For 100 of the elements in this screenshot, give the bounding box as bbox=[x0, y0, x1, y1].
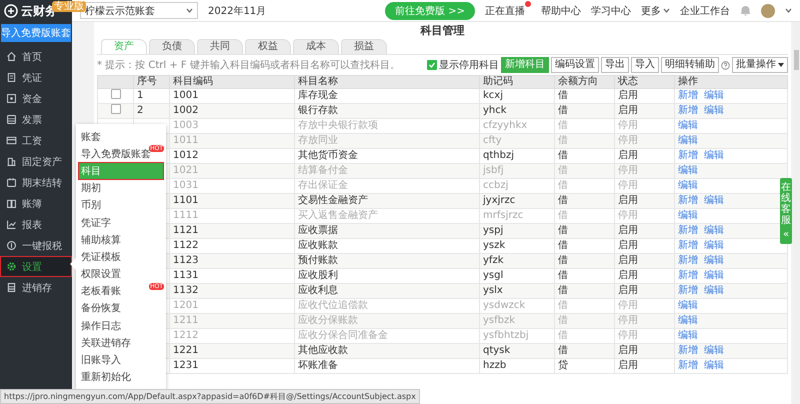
submenu-item[interactable]: 关联进销存 bbox=[78, 334, 164, 352]
header-cell: 序号 bbox=[134, 76, 170, 88]
checkbox[interactable] bbox=[427, 60, 437, 70]
sidebar-item[interactable]: 固定资产 bbox=[0, 151, 72, 172]
period-label: 2022年11月 bbox=[208, 4, 266, 18]
sidebar-item[interactable]: 凭证 bbox=[0, 67, 72, 88]
row-action-link[interactable]: 新增 bbox=[678, 270, 698, 281]
table-cell: 启用 bbox=[614, 224, 674, 238]
avatar[interactable] bbox=[761, 4, 775, 18]
row-action-link[interactable]: 编辑 bbox=[678, 330, 698, 341]
submenu-item[interactable]: 期初 bbox=[78, 180, 164, 197]
table-cell: 应收分保账款 bbox=[294, 314, 480, 328]
table-cell: 1123 bbox=[170, 254, 294, 268]
batch-button[interactable]: 批量操作 bbox=[732, 57, 788, 73]
row-action-link[interactable]: 编辑 bbox=[678, 210, 698, 221]
sidebar-item[interactable]: 期末结转 bbox=[0, 172, 72, 193]
row-action-link[interactable]: 编辑 bbox=[678, 165, 698, 176]
row-action-link[interactable]: 新增 bbox=[678, 240, 698, 251]
row-action-link[interactable]: 编辑 bbox=[678, 315, 698, 326]
table-cell: 启用 bbox=[614, 344, 674, 358]
support-label: 在线客服 bbox=[781, 182, 791, 226]
home-icon bbox=[6, 51, 17, 62]
row-action-link[interactable]: 编辑 bbox=[678, 180, 698, 191]
caret-icon bbox=[785, 8, 792, 13]
row-action-link[interactable]: 编辑 bbox=[678, 300, 698, 311]
submenu-item[interactable]: 凭证模板 bbox=[78, 248, 164, 266]
square-icon bbox=[6, 93, 17, 104]
table-cell: 启用 bbox=[614, 104, 674, 118]
row-checkbox[interactable] bbox=[111, 90, 121, 99]
row-action-link[interactable]: 新增 bbox=[678, 285, 698, 296]
submenu-item[interactable]: 账套 bbox=[78, 128, 164, 146]
top-link[interactable]: 学习中心 bbox=[591, 0, 631, 20]
row-action-link[interactable]: 新增 bbox=[678, 90, 698, 101]
top-link[interactable]: 帮助中心 bbox=[541, 0, 581, 20]
tab[interactable]: 权益 bbox=[245, 39, 291, 54]
header-cell: 科目编码 bbox=[170, 76, 294, 88]
row-checkbox[interactable] bbox=[111, 104, 121, 114]
submenu-item[interactable]: 权限设置 bbox=[78, 266, 164, 283]
row-action-link[interactable]: 新增 bbox=[678, 360, 698, 371]
row-action-link[interactable]: 编辑 bbox=[704, 105, 724, 116]
row-action-link[interactable]: 编辑 bbox=[704, 255, 724, 266]
row-action-link[interactable]: 编辑 bbox=[704, 345, 724, 356]
sidebar-item[interactable]: 报表 bbox=[0, 214, 72, 235]
submenu-item[interactable]: 旧账导入 bbox=[78, 351, 164, 369]
sidebar-item[interactable]: 账簿 bbox=[0, 193, 72, 214]
coin-icon bbox=[6, 240, 17, 251]
table-cell: 借 bbox=[554, 344, 614, 358]
toolbar-button[interactable]: 明细转辅助 bbox=[661, 57, 719, 73]
submenu-item[interactable]: 辅助核算 bbox=[78, 231, 164, 248]
help-icon[interactable] bbox=[721, 60, 730, 70]
submenu-item[interactable]: 重新初始化 bbox=[78, 368, 164, 386]
row-action-link[interactable]: 新增 bbox=[678, 225, 698, 236]
table-cell: yspj bbox=[480, 224, 554, 238]
sidebar-item[interactable]: 首页 bbox=[0, 46, 72, 67]
tab[interactable]: 成本 bbox=[293, 39, 339, 54]
row-action-link[interactable]: 编辑 bbox=[704, 195, 724, 206]
sidebar-item[interactable]: 工资 bbox=[0, 130, 72, 151]
row-action-link[interactable]: 编辑 bbox=[704, 225, 724, 236]
row-action-link[interactable]: 新增 bbox=[678, 105, 698, 116]
sidebar-item[interactable]: 进销存 bbox=[0, 277, 72, 298]
row-action-link[interactable]: 编辑 bbox=[678, 135, 698, 146]
row-action-link[interactable]: 编辑 bbox=[704, 240, 724, 251]
row-action-link[interactable]: 编辑 bbox=[704, 285, 724, 296]
submenu-item[interactable]: 操作日志 bbox=[78, 317, 164, 334]
sidebar-item[interactable]: 资金 bbox=[0, 88, 72, 109]
tab[interactable]: 共同 bbox=[197, 39, 243, 54]
tab[interactable]: 损益 bbox=[341, 39, 387, 54]
table-cell: 预付账款 bbox=[294, 254, 480, 268]
row-action-link[interactable]: 新增 bbox=[678, 345, 698, 356]
box-icon bbox=[6, 282, 17, 293]
table-cell: 2 bbox=[134, 104, 170, 118]
row-action-link[interactable]: 编辑 bbox=[678, 120, 698, 131]
row-action-link[interactable]: 编辑 bbox=[704, 150, 724, 161]
submenu-item[interactable]: 凭证字 bbox=[78, 214, 164, 232]
toolbar-button[interactable]: 导入 bbox=[631, 57, 659, 73]
table-cell: 应收票据 bbox=[294, 224, 480, 238]
toolbar-button[interactable]: 编码设置 bbox=[551, 57, 599, 73]
row-action-link[interactable]: 编辑 bbox=[704, 360, 724, 371]
top-link[interactable]: 正在直播 bbox=[485, 0, 531, 20]
table-cell: qtysk bbox=[480, 344, 554, 358]
table-cell: 1231 bbox=[170, 358, 294, 374]
table-cell: 启用 bbox=[614, 284, 674, 298]
row-action-link[interactable]: 新增 bbox=[678, 255, 698, 266]
top-link[interactable]: 企业工作台 bbox=[680, 0, 730, 20]
top-link[interactable]: 更多 bbox=[641, 0, 670, 20]
sidebar-item[interactable]: 设置 bbox=[0, 256, 72, 277]
submenu-item[interactable]: 币别 bbox=[78, 196, 164, 214]
tab[interactable]: 负债 bbox=[149, 39, 195, 54]
import-button[interactable]: 导入免费版账套 bbox=[1, 24, 71, 42]
row-action-link[interactable]: 编辑 bbox=[704, 90, 724, 101]
sidebar-item[interactable]: 发票 bbox=[0, 109, 72, 130]
toolbar-button[interactable]: 导出 bbox=[601, 57, 629, 73]
submenu-item[interactable]: 备份恢复 bbox=[78, 300, 164, 318]
sidebar-item[interactable]: 一键报税 bbox=[0, 235, 72, 256]
status-url: https://jpro.ningmengyun.com/App/Default.aspx?appasid=a0f6D#科目@/Settings/AccountSubject.aspx bbox=[0, 389, 420, 404]
row-action-link[interactable]: 新增 bbox=[678, 195, 698, 206]
bell-icon[interactable] bbox=[740, 5, 751, 16]
row-action-link[interactable]: 新增 bbox=[678, 150, 698, 161]
row-action-link[interactable]: 编辑 bbox=[704, 270, 724, 281]
table-cell: 启用 bbox=[614, 358, 674, 374]
